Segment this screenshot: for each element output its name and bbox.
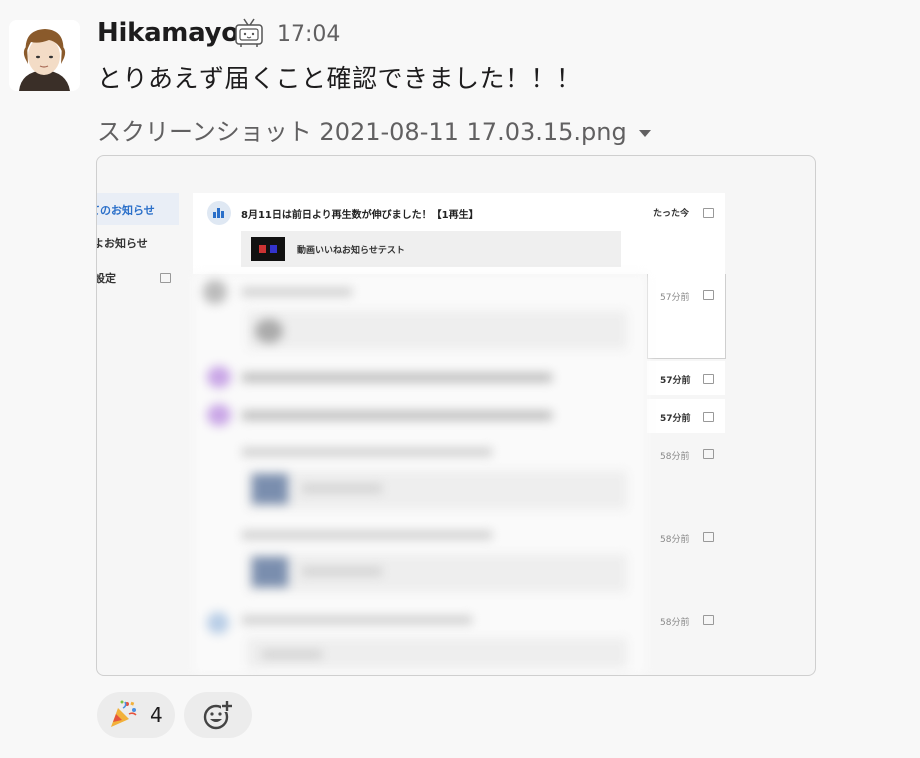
reaction-button[interactable]: 4 [97,692,175,738]
notification-subitem-text: 動画いいねお知らせテスト [297,246,405,256]
notification-time: 58分前 [660,618,690,628]
party-popper-icon [107,698,139,730]
message-text: とりあえず届くこと確認できました！！！ [97,64,582,93]
screenshot-content: てのお知らせ よお知らせ 設定 8月11日は前日より再生数が伸びました！【1再生… [97,156,815,675]
copy-icon [703,412,714,422]
message: Hikamayo 17:04 とりあえず届くこと確認できました！！！ スクリーン… [0,0,920,758]
notification-subitem: 動画いいねお知らせテスト [241,231,621,267]
sidebar-item-label: よお知らせ [96,237,148,250]
author-name[interactable]: Hikamayo [97,18,239,48]
copy-icon [703,532,714,542]
copy-icon [703,615,714,625]
image-preview[interactable]: てのお知らせ よお知らせ 設定 8月11日は前日より再生数が伸びました！【1再生… [96,155,816,676]
add-reaction-button[interactable] [184,692,252,738]
avatar[interactable] [9,20,80,91]
notification-title: 8月11日は前日より再生数が伸びました！【1再生】 [241,210,479,221]
bar-chart-icon [207,201,231,225]
sidebar-item-active: てのお知らせ [97,193,179,225]
notification-time: 57分前 [660,293,690,303]
notification-time: 57分前 [660,414,691,424]
copy-icon [703,208,714,218]
sidebar-item-label: てのお知らせ [97,204,155,217]
copy-icon [703,290,714,300]
tv-bot-icon [234,16,264,48]
notification-time: 58分前 [660,452,690,462]
sidebar-item-label: 設定 [96,272,116,285]
chevron-down-icon[interactable] [638,129,651,137]
copy-icon [703,449,714,459]
notification-time: 58分前 [660,535,690,545]
reaction-count: 4 [150,703,163,727]
notification-item: 8月11日は前日より再生数が伸びました！【1再生】 動画いいねお知らせテスト [193,193,725,274]
add-reaction-icon [203,700,233,730]
file-name[interactable]: スクリーンショット 2021-08-11 17.03.15.png [97,118,627,146]
file-header[interactable]: スクリーンショット 2021-08-11 17.03.15.png [97,112,651,147]
message-timestamp[interactable]: 17:04 [277,22,340,47]
copy-icon [703,374,714,384]
video-thumbnail [251,237,285,261]
blurred-avatar [203,280,227,304]
notification-time: たった今 [653,209,690,219]
notification-time: 57分前 [660,376,691,386]
copy-icon [160,273,171,283]
